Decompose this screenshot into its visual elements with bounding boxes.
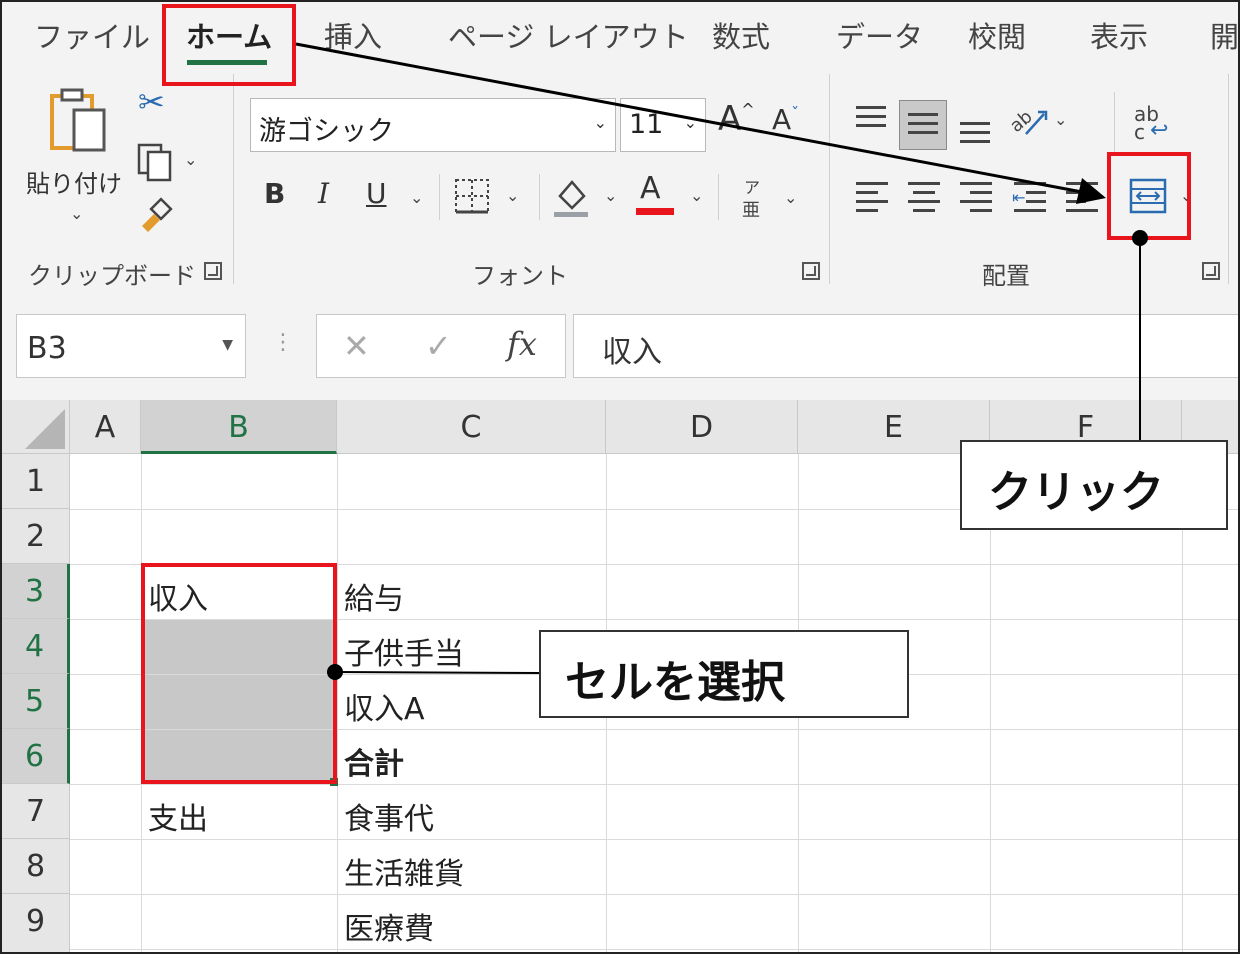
excel-window: ファイル ホーム 挿入 ページ レイアウト 数式 データ 校閲 表示 開 貼り付… xyxy=(0,0,1240,954)
select-leader-line xyxy=(334,671,541,674)
select-cells-callout: セルを選択 xyxy=(539,630,909,718)
select-leader-dot-icon xyxy=(327,664,343,680)
click-callout: クリック xyxy=(960,440,1228,530)
arrow-line xyxy=(295,42,1083,194)
arrowhead-icon xyxy=(1076,178,1106,204)
click-leader-dot-icon xyxy=(1132,230,1148,246)
